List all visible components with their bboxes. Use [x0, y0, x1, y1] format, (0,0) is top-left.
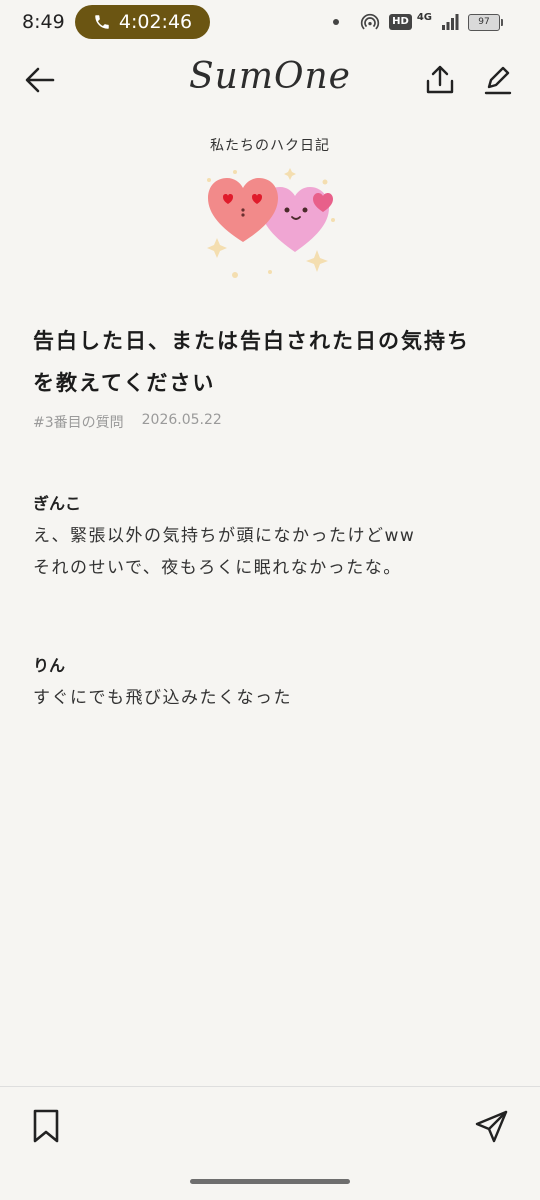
ongoing-call-pill[interactable]: 4:02:46: [75, 5, 210, 39]
question-line: 告白した日、または告白された日の気持ち: [33, 329, 470, 353]
bookmark-button[interactable]: [24, 1104, 68, 1148]
question-text: 告白した日、または告白された日の気持ち を教えてください: [33, 320, 513, 404]
notification-dot-icon: [333, 19, 340, 25]
send-icon: [475, 1110, 508, 1143]
hd-badge: HD: [389, 14, 412, 30]
home-indicator[interactable]: [190, 1179, 350, 1184]
edit-button[interactable]: [476, 58, 520, 102]
answer-block: りん すぐにでも飛び込みたくなった: [33, 652, 513, 714]
answer-block: ぎんこ え、緊張以外の気持ちが頭になかったけどww それのせいで、夜もろくに眠れ…: [33, 490, 513, 584]
edit-pen-icon: [484, 66, 512, 95]
answer-author: ぎんこ: [33, 494, 82, 513]
share-button[interactable]: [418, 58, 462, 102]
answer-line: すぐにでも飛び込みたくなった: [33, 688, 292, 708]
hearts-illustration: [207, 168, 335, 278]
hotspot-icon: [361, 13, 380, 30]
answer-line: それのせいで、夜もろくに眠れなかったな。: [33, 558, 402, 578]
bookmark-icon: [33, 1109, 59, 1143]
answer-author: りん: [33, 656, 66, 675]
network-type-label: 4G: [416, 11, 432, 23]
question-line: を教えてください: [33, 371, 216, 395]
status-time: 8:49: [22, 11, 65, 33]
battery-icon: 97: [468, 13, 503, 31]
question-meta: #3番目の質問 2026.05.22: [33, 412, 222, 432]
question-number: #3番目の質問: [33, 415, 124, 431]
answer-text: え、緊張以外の気持ちが頭になかったけどww それのせいで、夜もろくに眠れなかった…: [33, 520, 513, 584]
bottom-divider: [0, 1086, 540, 1087]
diary-title: 私たちのハク日記: [210, 138, 330, 154]
call-duration: 4:02:46: [118, 11, 193, 33]
status-bar: 8:49 4:02:46 HD 4G 97: [0, 0, 540, 44]
status-icons: HD 4G 97: [333, 10, 503, 34]
phone-icon: [95, 15, 109, 29]
question-date: 2026.05.22: [141, 412, 222, 428]
top-nav-bar: SumOne: [0, 50, 540, 110]
signal-strength-icon: [442, 14, 459, 30]
answer-text: すぐにでも飛び込みたくなった: [33, 682, 513, 714]
answer-line: え、緊張以外の気持ちが頭になかったけどww: [33, 526, 416, 546]
share-upload-icon: [426, 65, 454, 94]
send-button[interactable]: [470, 1104, 514, 1148]
